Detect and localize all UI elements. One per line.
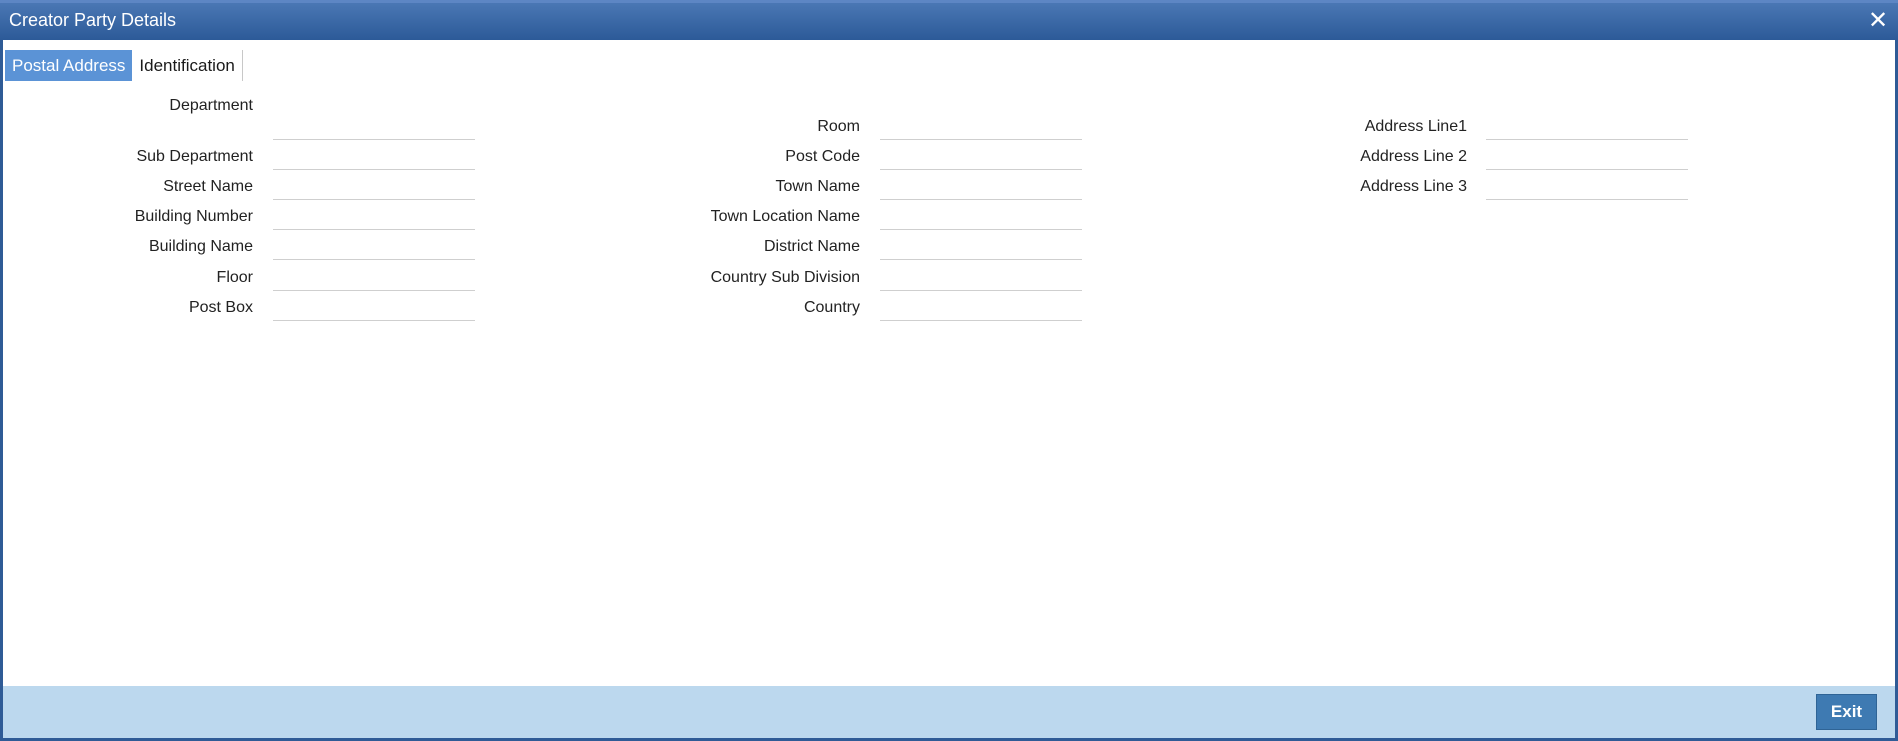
town-name-field[interactable] <box>880 178 1082 200</box>
street-name-label: Street Name <box>163 178 253 195</box>
room-field[interactable] <box>880 118 1082 140</box>
district-name-field[interactable] <box>880 238 1082 260</box>
dialog-footer: Exit <box>3 686 1895 738</box>
town-name-label: Town Name <box>775 178 860 195</box>
district-name-label: District Name <box>763 238 860 255</box>
country-sub-division-field[interactable] <box>880 269 1082 291</box>
address-line-3-field[interactable] <box>1486 178 1688 200</box>
post-box-label: Post Box <box>188 299 253 316</box>
address-line-1-field[interactable] <box>1486 118 1688 140</box>
country-field[interactable] <box>880 299 1082 321</box>
sub-department-label: Sub Department <box>136 148 253 165</box>
close-icon[interactable]: ✕ <box>1866 9 1890 33</box>
country-sub-division-label: Country Sub Division <box>710 269 860 286</box>
dialog-title: Creator Party Details <box>9 10 177 30</box>
tab-postal-address[interactable]: Postal Address <box>5 50 133 81</box>
building-name-label: Building Name <box>148 238 253 255</box>
address-line-2-label: Address Line 2 <box>1360 148 1467 165</box>
country-label: Country <box>803 299 860 316</box>
department-field[interactable] <box>273 118 475 140</box>
building-number-label: Building Number <box>134 208 253 225</box>
post-code-label: Post Code <box>785 148 860 165</box>
dialog-window: Creator Party Details ✕ Postal Address I… <box>0 0 1898 741</box>
title-bar: Creator Party Details ✕ <box>0 0 1898 40</box>
floor-field[interactable] <box>273 269 475 291</box>
building-number-field[interactable] <box>273 208 475 230</box>
town-location-name-label: Town Location Name <box>710 208 860 225</box>
address-line-1-label: Address Line1 <box>1364 118 1467 135</box>
tab-bar: Postal Address Identification <box>5 50 243 81</box>
sub-department-field[interactable] <box>273 148 475 170</box>
address-line-2-field[interactable] <box>1486 148 1688 170</box>
floor-label: Floor <box>216 269 253 286</box>
street-name-field[interactable] <box>273 178 475 200</box>
building-name-field[interactable] <box>273 238 475 260</box>
post-box-field[interactable] <box>273 299 475 321</box>
address-line-3-label: Address Line 3 <box>1360 178 1467 195</box>
room-label: Room <box>817 118 860 135</box>
town-location-name-field[interactable] <box>880 208 1082 230</box>
department-label: Department <box>169 97 253 114</box>
exit-button[interactable]: Exit <box>1816 694 1877 730</box>
post-code-field[interactable] <box>880 148 1082 170</box>
tab-identification[interactable]: Identification <box>132 50 243 81</box>
